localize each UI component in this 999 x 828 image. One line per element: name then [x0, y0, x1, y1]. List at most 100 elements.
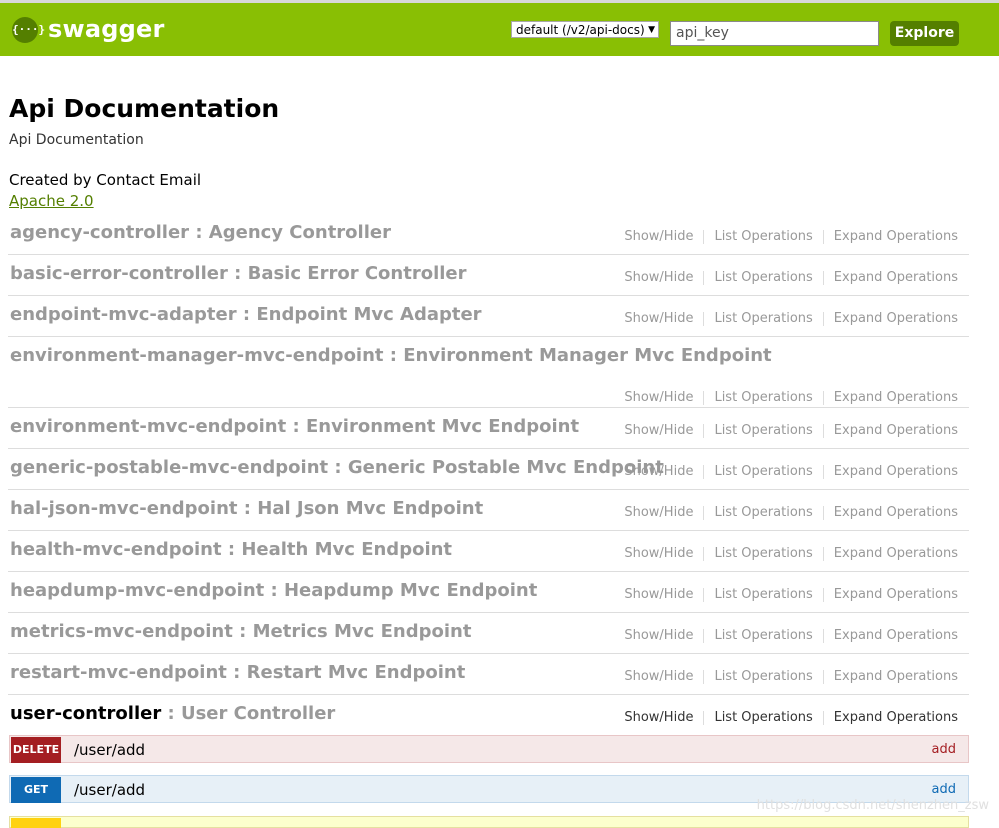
resource-name[interactable]: environment-manager-mvc-endpoint	[10, 345, 384, 366]
license-link[interactable]: Apache 2.0	[9, 192, 94, 210]
divider	[822, 423, 824, 438]
method-badge[interactable]: DELETE	[11, 737, 61, 763]
list-operations-link[interactable]: List Operations	[714, 229, 812, 244]
expand-operations-link[interactable]: Expand Operations	[834, 311, 958, 326]
resource-ops: Show/Hide List Operations Expand Operation…	[624, 587, 958, 602]
resource-title[interactable]: metrics-mvc-endpoint : Metrics Mvc Endpo…	[10, 621, 471, 642]
list-operations-link[interactable]: List Operations	[714, 423, 812, 438]
resource-title[interactable]: restart-mvc-endpoint : Restart Mvc Endpo…	[10, 662, 465, 683]
resource-ops: Show/Hide List Operations Expand Operation…	[624, 505, 958, 520]
show-hide-link[interactable]: Show/Hide	[624, 669, 693, 684]
api-key-input[interactable]: api_key	[670, 21, 879, 46]
resource-title[interactable]: heapdump-mvc-endpoint : Heapdump Mvc End…	[10, 580, 537, 601]
resource-separator: :	[221, 539, 242, 560]
expand-operations-link[interactable]: Expand Operations	[834, 423, 958, 438]
expand-operations-link[interactable]: Expand Operations	[834, 546, 958, 561]
resource-title[interactable]: endpoint-mvc-adapter : Endpoint Mvc Adap…	[10, 304, 482, 325]
show-hide-link[interactable]: Show/Hide	[624, 390, 693, 405]
resource-title[interactable]: user-controller : User Controller	[10, 703, 335, 724]
show-hide-link[interactable]: Show/Hide	[624, 229, 693, 244]
resource-ops: Show/Hide List Operations Expand Operation…	[624, 311, 958, 326]
show-hide-link[interactable]: Show/Hide	[624, 270, 693, 285]
operation-summary[interactable]: add	[932, 736, 956, 764]
resource-separator: :	[286, 416, 306, 437]
resource-description: Health Mvc Endpoint	[241, 539, 453, 560]
divider	[703, 311, 705, 326]
divider	[703, 587, 705, 602]
list-operations-link[interactable]: List Operations	[714, 270, 812, 285]
resource-title[interactable]: hal-json-mvc-endpoint : Hal Json Mvc End…	[10, 498, 483, 519]
swagger-logo-icon[interactable]: {···}	[12, 17, 45, 43]
resource-generic-postable-mvc-endpoint: generic-postable-mvc-endpoint : Generic …	[8, 449, 969, 490]
operation-path[interactable]: /user/add	[74, 776, 145, 804]
resource-name[interactable]: restart-mvc-endpoint	[10, 662, 227, 683]
list-operations-link[interactable]: List Operations	[714, 390, 812, 405]
resource-separator: :	[328, 457, 348, 478]
method-badge[interactable]: GET	[11, 777, 61, 803]
top-bar: {···} swagger default (/v2/api-docs) ▼ a…	[0, 0, 999, 56]
show-hide-link[interactable]: Show/Hide	[624, 311, 693, 326]
resource-title[interactable]: generic-postable-mvc-endpoint : Generic …	[10, 457, 664, 478]
expand-operations-link[interactable]: Expand Operations	[834, 628, 958, 643]
resource-title[interactable]: basic-error-controller : Basic Error Con…	[10, 263, 467, 284]
list-operations-link[interactable]: List Operations	[714, 587, 812, 602]
divider	[703, 270, 705, 285]
resource-name[interactable]: generic-postable-mvc-endpoint	[10, 457, 328, 478]
operation-path[interactable]: /user/add	[74, 736, 145, 764]
expand-operations-link[interactable]: Expand Operations	[834, 710, 958, 725]
resource-title[interactable]: environment-manager-mvc-endpoint : Envir…	[10, 345, 772, 366]
divider	[703, 390, 705, 405]
list-operations-link[interactable]: List Operations	[714, 546, 812, 561]
resource-name[interactable]: user-controller	[10, 703, 161, 724]
show-hide-link[interactable]: Show/Hide	[624, 505, 693, 520]
watermark: https://blog.csdn.net/shenzhen_zsw	[756, 798, 989, 813]
list-operations-link[interactable]: List Operations	[714, 628, 812, 643]
show-hide-link[interactable]: Show/Hide	[624, 546, 693, 561]
list-operations-link[interactable]: List Operations	[714, 505, 812, 520]
divider	[822, 710, 824, 725]
show-hide-link[interactable]: Show/Hide	[624, 464, 693, 479]
list-operations-link[interactable]: List Operations	[714, 669, 812, 684]
operation-row-delete[interactable]: DELETE/user/add add	[9, 735, 969, 763]
expand-operations-link[interactable]: Expand Operations	[834, 505, 958, 520]
show-hide-link[interactable]: Show/Hide	[624, 710, 693, 725]
show-hide-link[interactable]: Show/Hide	[624, 628, 693, 643]
list-operations-link[interactable]: List Operations	[714, 710, 812, 725]
resource-ops: Show/Hide List Operations Expand Operation…	[624, 229, 958, 244]
resource-hal-json-mvc-endpoint: hal-json-mvc-endpoint : Hal Json Mvc End…	[8, 490, 969, 531]
resource-separator: :	[383, 345, 404, 366]
expand-operations-link[interactable]: Expand Operations	[834, 390, 958, 405]
resource-description: Hal Json Mvc Endpoint	[257, 498, 484, 519]
resource-name[interactable]: environment-mvc-endpoint	[10, 416, 286, 437]
spec-select[interactable]: default (/v2/api-docs) ▼	[511, 21, 659, 38]
operation-row-partial[interactable]	[9, 816, 969, 828]
resource-name[interactable]: agency-controller	[10, 222, 189, 243]
divider	[822, 270, 824, 285]
resource-title[interactable]: agency-controller : Agency Controller	[10, 222, 391, 243]
expand-operations-link[interactable]: Expand Operations	[834, 669, 958, 684]
resource-name[interactable]: heapdump-mvc-endpoint	[10, 580, 264, 601]
resource-ops: Show/Hide List Operations Expand Operation…	[624, 270, 958, 285]
list-operations-link[interactable]: List Operations	[714, 464, 812, 479]
expand-operations-link[interactable]: Expand Operations	[834, 464, 958, 479]
resource-name[interactable]: basic-error-controller	[10, 263, 228, 284]
divider	[822, 311, 824, 326]
show-hide-link[interactable]: Show/Hide	[624, 587, 693, 602]
resource-name[interactable]: endpoint-mvc-adapter	[10, 304, 237, 325]
resource-title[interactable]: environment-mvc-endpoint : Environment M…	[10, 416, 579, 437]
list-operations-link[interactable]: List Operations	[714, 311, 812, 326]
resource-description: Environment Manager Mvc Endpoint	[403, 345, 772, 366]
expand-operations-link[interactable]: Expand Operations	[834, 229, 958, 244]
expand-operations-link[interactable]: Expand Operations	[834, 270, 958, 285]
resource-title[interactable]: health-mvc-endpoint : Health Mvc Endpoin…	[10, 539, 452, 560]
page-description: Api Documentation	[9, 132, 144, 148]
resource-name[interactable]: metrics-mvc-endpoint	[10, 621, 233, 642]
show-hide-link[interactable]: Show/Hide	[624, 423, 693, 438]
divider	[822, 669, 824, 684]
resource-name[interactable]: health-mvc-endpoint	[10, 539, 222, 560]
resource-ops: Show/Hide List Operations Expand Operation…	[624, 546, 958, 561]
explore-button[interactable]: Explore	[890, 21, 959, 46]
expand-operations-link[interactable]: Expand Operations	[834, 587, 958, 602]
swagger-logo-text[interactable]: swagger	[48, 15, 165, 43]
resource-name[interactable]: hal-json-mvc-endpoint	[10, 498, 238, 519]
